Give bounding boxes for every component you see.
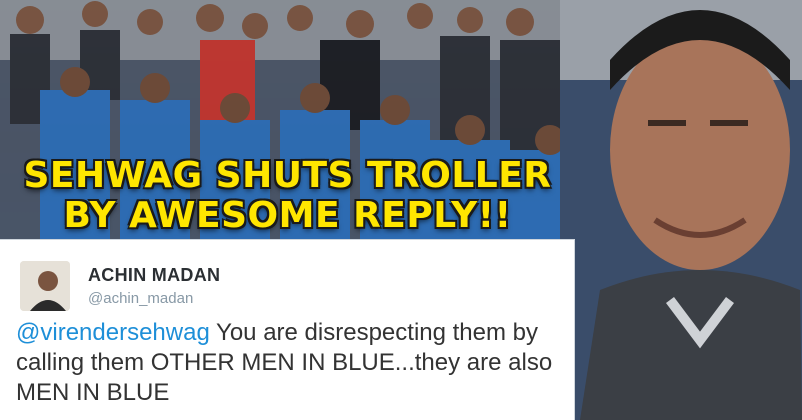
sehwag-selfie-photo [560, 0, 802, 420]
tweet-text: @virendersehwag You are disrespecting th… [16, 318, 564, 408]
headline-line-1: SEHWAG SHUTS TROLLER [23, 155, 552, 196]
user-avatar-icon [20, 261, 70, 311]
user-handle: @achin_madan [88, 290, 194, 307]
mention-link[interactable]: @virendersehwag [16, 319, 210, 346]
tweet-card: ACHIN MADAN @achin_madan @virendersehwag… [0, 240, 574, 420]
headline-line-2: BY AWESOME REPLY!! [63, 195, 512, 236]
headline: SEHWAG SHUTS TROLLER BY AWESOME REPLY!! [0, 156, 575, 236]
image-canvas: SEHWAG SHUTS TROLLER BY AWESOME REPLY!! … [0, 0, 802, 420]
avatar [20, 261, 70, 311]
user-name: ACHIN MADAN [88, 265, 221, 285]
